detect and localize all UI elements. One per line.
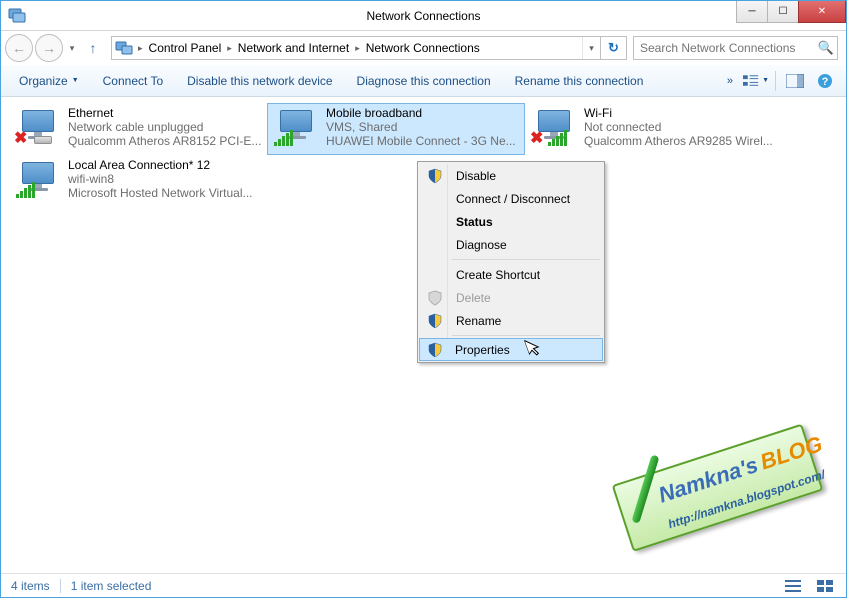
menu-separator <box>452 335 600 336</box>
minimize-button[interactable]: ─ <box>736 1 768 23</box>
preview-pane-button[interactable] <box>782 68 808 94</box>
status-item-count: 4 items <box>11 579 50 593</box>
connection-device: HUAWEI Mobile Connect - 3G Ne... <box>326 134 520 148</box>
connect-to-button[interactable]: Connect To <box>93 70 174 92</box>
menu-separator <box>452 259 600 260</box>
connection-device: Qualcomm Atheros AR8152 PCI-E... <box>68 134 262 148</box>
caret-icon: ▼ <box>762 77 769 84</box>
menu-label: Properties <box>455 343 510 357</box>
search-icon[interactable]: 🔍 <box>815 40 837 56</box>
command-toolbar: Organize ▼ Connect To Disable this networ… <box>1 65 846 97</box>
status-separator <box>60 579 61 593</box>
details-view-button[interactable] <box>782 577 804 595</box>
wifi-icon: ✖ <box>530 106 580 150</box>
location-icon <box>114 38 134 58</box>
connection-device: Microsoft Hosted Network Virtual... <box>68 186 262 200</box>
mobile-broadband-icon <box>272 106 322 150</box>
shield-icon <box>427 290 443 306</box>
shield-icon <box>427 313 443 329</box>
titlebar-app-icon <box>7 6 27 26</box>
search-box[interactable]: 🔍 <box>633 36 838 60</box>
status-selected-count: 1 item selected <box>71 579 152 593</box>
refresh-button[interactable]: ↻ <box>600 37 626 59</box>
back-button[interactable]: ← <box>5 34 33 62</box>
connection-device: Qualcomm Atheros AR9285 Wirel... <box>584 134 778 148</box>
titlebar: Network Connections ─ ☐ ✕ <box>1 1 846 31</box>
tiles-view-button[interactable] <box>814 577 836 595</box>
shield-icon <box>427 168 443 184</box>
overflow-chevron-icon[interactable]: » <box>721 75 739 87</box>
connection-name: Wi-Fi <box>584 106 778 120</box>
svg-text:?: ? <box>822 76 829 88</box>
organize-menu[interactable]: Organize ▼ <box>9 70 89 92</box>
connection-name: Ethernet <box>68 106 262 120</box>
menu-label: Delete <box>456 291 491 305</box>
organize-label: Organize <box>19 74 68 88</box>
connection-name: Local Area Connection* 12 <box>68 158 262 172</box>
toolbar-separator <box>775 71 776 91</box>
disable-device-button[interactable]: Disable this network device <box>177 70 342 92</box>
maximize-button[interactable]: ☐ <box>767 1 799 23</box>
crumb-root-sep[interactable]: ▸ <box>136 43 145 54</box>
crumb-sep[interactable]: ▸ <box>353 43 362 54</box>
watermark-brand2: BLOG <box>757 431 825 474</box>
caret-icon: ▼ <box>72 77 79 84</box>
history-dropdown[interactable]: ▾ <box>65 43 79 54</box>
view-options-button[interactable]: ▼ <box>743 68 769 94</box>
menu-properties[interactable]: Properties <box>419 338 603 361</box>
connection-mobile-broadband[interactable]: Mobile broadband VMS, Shared HUAWEI Mobi… <box>267 103 525 155</box>
up-button[interactable]: ↑ <box>81 36 105 60</box>
help-button[interactable]: ? <box>812 68 838 94</box>
menu-label: Rename <box>456 314 501 328</box>
menu-label: Disable <box>456 169 496 183</box>
watermark-logo: Namkna'sBLOG http://namkna.blogspot.com/ <box>583 389 848 577</box>
menu-create-shortcut[interactable]: Create Shortcut <box>420 263 602 286</box>
connection-lan-12[interactable]: Local Area Connection* 12 wifi-win8 Micr… <box>9 155 267 207</box>
search-input[interactable] <box>634 41 815 55</box>
connection-status: wifi-win8 <box>68 172 262 186</box>
crumb-network-internet[interactable]: Network and Internet <box>234 41 353 55</box>
menu-status[interactable]: Status <box>420 210 602 233</box>
status-bar: 4 items 1 item selected <box>1 573 846 597</box>
crumb-sep[interactable]: ▸ <box>225 43 234 54</box>
context-menu: Disable Connect / Disconnect Status Diag… <box>417 161 605 363</box>
connection-name: Mobile broadband <box>326 106 520 120</box>
menu-connect-disconnect[interactable]: Connect / Disconnect <box>420 187 602 210</box>
crumb-network-connections[interactable]: Network Connections <box>362 41 484 55</box>
menu-rename[interactable]: Rename <box>420 309 602 332</box>
connection-status: Network cable unplugged <box>68 120 262 134</box>
lan-icon <box>14 158 64 202</box>
connection-wifi[interactable]: ✖ Wi-Fi Not connected Qualcomm Atheros A… <box>525 103 783 155</box>
shield-icon <box>427 342 443 358</box>
close-button[interactable]: ✕ <box>798 1 846 23</box>
navigation-bar: ← → ▾ ↑ ▸ Control Panel ▸ Network and In… <box>1 31 846 65</box>
explorer-window: Network Connections ─ ☐ ✕ ← → ▾ ↑ ▸ Cont… <box>0 0 847 598</box>
crumb-control-panel[interactable]: Control Panel <box>145 41 226 55</box>
menu-delete: Delete <box>420 286 602 309</box>
rename-button[interactable]: Rename this connection <box>505 70 654 92</box>
watermark-brand: Namkna's <box>655 452 761 508</box>
connection-status: Not connected <box>584 120 778 134</box>
menu-diagnose[interactable]: Diagnose <box>420 233 602 256</box>
watermark-url: http://namkna.blogspot.com/ <box>666 467 826 531</box>
connection-status: VMS, Shared <box>326 120 520 134</box>
menu-disable[interactable]: Disable <box>420 164 602 187</box>
forward-button[interactable]: → <box>35 34 63 62</box>
address-bar[interactable]: ▸ Control Panel ▸ Network and Internet ▸… <box>111 36 627 60</box>
connection-ethernet[interactable]: ✖ Ethernet Network cable unplugged Qualc… <box>9 103 267 155</box>
diagnose-button[interactable]: Diagnose this connection <box>347 70 501 92</box>
ethernet-icon: ✖ <box>14 106 64 150</box>
window-controls: ─ ☐ ✕ <box>737 1 846 23</box>
address-dropdown[interactable]: ▾ <box>582 37 600 59</box>
window-title: Network Connections <box>366 9 480 23</box>
